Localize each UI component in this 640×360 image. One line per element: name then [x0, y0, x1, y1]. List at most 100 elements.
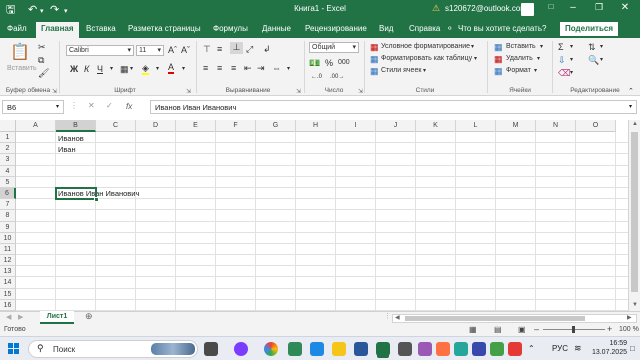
increase-indent-icon[interactable]: ⇥: [257, 63, 265, 73]
font-launcher-icon[interactable]: ⇲: [186, 88, 191, 95]
share-button[interactable]: Поделиться: [560, 22, 619, 36]
align-center-icon[interactable]: ≡: [217, 63, 222, 73]
tab-file[interactable]: Файл: [7, 24, 27, 33]
decrease-decimal-icon[interactable]: .00→: [330, 72, 344, 82]
language-indicator[interactable]: РУС: [552, 344, 568, 353]
find-select-icon[interactable]: 🔍: [588, 55, 599, 65]
app-icon[interactable]: [398, 342, 412, 356]
fill-icon[interactable]: ⇩: [558, 55, 566, 65]
cell-b1[interactable]: Иванов: [58, 134, 84, 143]
page-break-view-icon[interactable]: ▣: [518, 325, 526, 334]
thousands-separator-button[interactable]: 000: [338, 58, 350, 68]
row-header-10[interactable]: 10: [0, 232, 16, 244]
chevron-down-icon[interactable]: ▾: [570, 56, 573, 63]
align-bottom-icon[interactable]: ⊥: [230, 42, 243, 54]
decrease-font-icon[interactable]: Aˇ: [181, 45, 190, 55]
number-launcher-icon[interactable]: ⇲: [358, 88, 363, 95]
close-icon[interactable]: ✕: [614, 2, 636, 13]
column-header-d[interactable]: D: [136, 120, 176, 132]
maximize-icon[interactable]: ❐: [588, 2, 610, 13]
column-header-b[interactable]: B: [56, 120, 96, 132]
app-icon[interactable]: [310, 342, 324, 356]
scroll-left-icon[interactable]: ◀: [6, 313, 11, 321]
row-header-4[interactable]: 4: [0, 165, 16, 177]
file-explorer-icon[interactable]: [332, 342, 346, 356]
bold-button[interactable]: Ж: [70, 64, 78, 74]
scroll-thumb[interactable]: [631, 132, 638, 292]
column-header-e[interactable]: E: [176, 120, 216, 132]
align-right-icon[interactable]: ≡: [231, 63, 236, 73]
row-header-12[interactable]: 12: [0, 255, 16, 267]
name-box[interactable]: B6 ▾: [2, 100, 64, 114]
tab-view[interactable]: Вид: [379, 24, 393, 33]
clear-icon[interactable]: ⌫: [558, 68, 571, 78]
font-color-icon[interactable]: A: [168, 62, 175, 74]
tab-help[interactable]: Справка: [409, 24, 440, 33]
row-header-11[interactable]: 11: [0, 243, 16, 256]
insert-function-button[interactable]: fx: [126, 102, 132, 111]
column-header-i[interactable]: I: [336, 120, 376, 132]
format-cells-button[interactable]: Формат: [506, 67, 531, 74]
row-header-14[interactable]: 14: [0, 277, 16, 289]
autosum-icon[interactable]: Σ: [558, 42, 564, 52]
insert-cells-button[interactable]: Вставить: [506, 43, 536, 50]
chevron-down-icon[interactable]: ▾: [570, 69, 573, 76]
row-header-15[interactable]: 15: [0, 288, 16, 300]
fill-handle[interactable]: [94, 197, 99, 203]
conditional-formatting-button[interactable]: Условное форматирование: [381, 43, 470, 50]
font-name-select[interactable]: Calibri ▾: [66, 45, 134, 56]
merge-center-icon[interactable]: ⇔: [272, 63, 281, 73]
row-header-16[interactable]: 16: [0, 299, 16, 311]
sheet-tab-1[interactable]: Лист1: [40, 311, 74, 324]
increase-font-icon[interactable]: Aˆ: [168, 45, 177, 55]
avatar[interactable]: [521, 3, 534, 16]
chevron-down-icon[interactable]: ▾: [110, 64, 113, 74]
chevron-down-icon[interactable]: ▾: [287, 64, 290, 74]
column-header-l[interactable]: L: [456, 120, 496, 132]
chevron-down-icon[interactable]: ▾: [600, 56, 603, 63]
zoom-level[interactable]: 100 %: [619, 326, 639, 333]
enter-icon[interactable]: ✓: [106, 101, 113, 110]
chevron-down-icon[interactable]: ▾: [534, 67, 537, 74]
sort-filter-icon[interactable]: ⇅: [588, 42, 596, 52]
chevron-down-icon[interactable]: ▾: [474, 55, 477, 62]
tell-me-search[interactable]: Что вы хотите сделать?: [458, 24, 546, 33]
row-header-6[interactable]: 6: [0, 187, 16, 200]
row-header-3[interactable]: 3: [0, 154, 16, 166]
copy-icon[interactable]: ⧉: [38, 55, 44, 65]
column-header-f[interactable]: F: [216, 120, 256, 132]
orientation-icon[interactable]: ⤢: [246, 44, 253, 54]
tab-formulas[interactable]: Формулы: [213, 24, 248, 33]
chevron-down-icon[interactable]: ▾: [156, 64, 159, 74]
scroll-thumb[interactable]: [405, 316, 585, 321]
cell-b2[interactable]: Иван: [58, 145, 76, 154]
network-icon[interactable]: ≋: [574, 343, 582, 354]
percent-button[interactable]: %: [325, 58, 333, 68]
wrap-text-icon[interactable]: ↲: [263, 44, 271, 54]
zoom-thumb[interactable]: [572, 326, 575, 333]
row-header-2[interactable]: 2: [0, 143, 16, 155]
clock-time[interactable]: 16:59: [587, 340, 627, 347]
chevron-up-icon[interactable]: ⌃: [528, 344, 535, 353]
cancel-icon[interactable]: ✕: [88, 101, 95, 110]
chevron-down-icon[interactable]: ▾: [471, 43, 474, 50]
scroll-right-icon[interactable]: ▶: [627, 314, 632, 321]
clock-date[interactable]: 13.07.2025: [583, 349, 627, 356]
column-header-h[interactable]: H: [296, 120, 336, 132]
row-header-13[interactable]: 13: [0, 266, 16, 278]
zoom-in-icon[interactable]: +: [607, 324, 612, 334]
horizontal-scrollbar[interactable]: ◀ ▶: [392, 314, 637, 323]
task-view-icon[interactable]: [204, 342, 218, 356]
align-middle-icon[interactable]: ≡: [217, 44, 222, 54]
chevron-down-icon[interactable]: ▾: [600, 43, 603, 50]
column-header-j[interactable]: J: [376, 120, 416, 132]
tab-data[interactable]: Данные: [262, 24, 291, 33]
column-header-k[interactable]: K: [416, 120, 456, 132]
borders-icon[interactable]: ▦: [120, 64, 129, 74]
normal-view-icon[interactable]: ▦: [469, 325, 477, 334]
worksheet-grid[interactable]: A B C D E F G H I J K L M N O 1 2 3 4 5 6 7 8 9 10 11 12 13 14 15 16 ▲ ▼…: [0, 120, 640, 311]
select-all-corner[interactable]: [0, 120, 16, 132]
decrease-indent-icon[interactable]: ⇤: [244, 63, 252, 73]
chevron-down-icon[interactable]: ▾: [130, 64, 133, 74]
chevron-down-icon[interactable]: ▾: [423, 67, 426, 74]
